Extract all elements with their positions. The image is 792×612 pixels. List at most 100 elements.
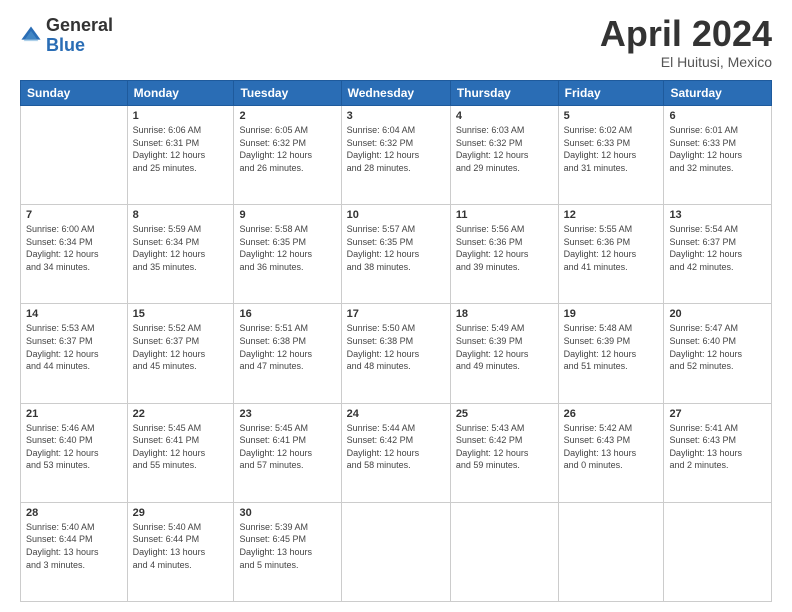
weekday-header-monday: Monday [127, 81, 234, 106]
day-number: 21 [26, 408, 122, 420]
day-info: Sunrise: 6:02 AM Sunset: 6:33 PM Dayligh… [564, 124, 659, 174]
day-number: 12 [564, 209, 659, 221]
day-number: 20 [669, 308, 766, 320]
calendar-cell: 2 Sunrise: 6:05 AM Sunset: 6:32 PM Daylig… [234, 106, 341, 205]
calendar-cell: 25 Sunrise: 5:43 AM Sunset: 6:42 PM Dayli… [450, 403, 558, 502]
day-number: 8 [133, 209, 229, 221]
calendar-cell: 21 Sunrise: 5:46 AM Sunset: 6:40 PM Dayli… [21, 403, 128, 502]
page: General Blue April 2024 El Huitusi, Mexi… [0, 0, 792, 612]
logo-general: General [46, 15, 113, 35]
weekday-header-saturday: Saturday [664, 81, 772, 106]
day-info: Sunrise: 5:54 AM Sunset: 6:37 PM Dayligh… [669, 223, 766, 273]
day-info: Sunrise: 5:57 AM Sunset: 6:35 PM Dayligh… [347, 223, 445, 273]
day-info: Sunrise: 6:00 AM Sunset: 6:34 PM Dayligh… [26, 223, 122, 273]
day-number: 24 [347, 408, 445, 420]
day-info: Sunrise: 5:55 AM Sunset: 6:36 PM Dayligh… [564, 223, 659, 273]
day-info: Sunrise: 5:47 AM Sunset: 6:40 PM Dayligh… [669, 322, 766, 372]
day-info: Sunrise: 5:53 AM Sunset: 6:37 PM Dayligh… [26, 322, 122, 372]
day-number: 10 [347, 209, 445, 221]
calendar-cell: 6Sunrise: 6:01 AM Sunset: 6:33 PM Daylig… [664, 106, 772, 205]
calendar-cell: 30Sunrise: 5:39 AM Sunset: 6:45 PM Dayli… [234, 502, 341, 601]
week-row-3: 14 Sunrise: 5:53 AM Sunset: 6:37 PM Dayli… [21, 304, 772, 403]
day-info: Sunrise: 6:04 AM Sunset: 6:32 PM Dayligh… [347, 124, 445, 174]
day-number: 14 [26, 308, 122, 320]
day-info: Sunrise: 5:40 AM Sunset: 6:44 PM Dayligh… [26, 521, 122, 571]
calendar-cell: 28 Sunrise: 5:40 AM Sunset: 6:44 PM Dayli… [21, 502, 128, 601]
day-info: Sunrise: 6:05 AM Sunset: 6:32 PM Dayligh… [239, 124, 335, 174]
calendar-cell: 18 Sunrise: 5:49 AM Sunset: 6:39 PM Dayli… [450, 304, 558, 403]
day-number: 9 [239, 209, 335, 221]
day-number: 4 [456, 110, 553, 122]
day-number: 2 [239, 110, 335, 122]
day-number: 23 [239, 408, 335, 420]
header: General Blue April 2024 El Huitusi, Mexi… [20, 16, 772, 70]
day-info: Sunrise: 5:40 AM Sunset: 6:44 PM Dayligh… [133, 521, 229, 571]
calendar-cell: 4 Sunrise: 6:03 AM Sunset: 6:32 PM Daylig… [450, 106, 558, 205]
day-number: 7 [26, 209, 122, 221]
calendar-cell [341, 502, 450, 601]
day-info: Sunrise: 5:50 AM Sunset: 6:38 PM Dayligh… [347, 322, 445, 372]
calendar-cell: 19 Sunrise: 5:48 AM Sunset: 6:39 PM Dayli… [558, 304, 664, 403]
calendar-cell: 20 Sunrise: 5:47 AM Sunset: 6:40 PM Dayli… [664, 304, 772, 403]
day-info: Sunrise: 5:44 AM Sunset: 6:42 PM Dayligh… [347, 422, 445, 472]
calendar-cell [450, 502, 558, 601]
calendar-cell [664, 502, 772, 601]
day-info: Sunrise: 6:03 AM Sunset: 6:32 PM Dayligh… [456, 124, 553, 174]
day-info: Sunrise: 5:41 AM Sunset: 6:43 PM Dayligh… [669, 422, 766, 472]
day-info: Sunrise: 5:59 AM Sunset: 6:34 PM Dayligh… [133, 223, 229, 273]
day-info: Sunrise: 6:01 AM Sunset: 6:33 PM Dayligh… [669, 124, 766, 174]
day-number: 28 [26, 507, 122, 519]
day-info: Sunrise: 5:46 AM Sunset: 6:40 PM Dayligh… [26, 422, 122, 472]
day-info: Sunrise: 5:45 AM Sunset: 6:41 PM Dayligh… [133, 422, 229, 472]
calendar-cell: 5 Sunrise: 6:02 AM Sunset: 6:33 PM Daylig… [558, 106, 664, 205]
week-row-5: 28 Sunrise: 5:40 AM Sunset: 6:44 PM Dayli… [21, 502, 772, 601]
day-number: 25 [456, 408, 553, 420]
day-info: Sunrise: 5:51 AM Sunset: 6:38 PM Dayligh… [239, 322, 335, 372]
calendar-cell: 11 Sunrise: 5:56 AM Sunset: 6:36 PM Dayli… [450, 205, 558, 304]
day-number: 3 [347, 110, 445, 122]
calendar-cell: 1 Sunrise: 6:06 AM Sunset: 6:31 PM Daylig… [127, 106, 234, 205]
weekday-header-tuesday: Tuesday [234, 81, 341, 106]
calendar-cell: 17 Sunrise: 5:50 AM Sunset: 6:38 PM Dayli… [341, 304, 450, 403]
day-info: Sunrise: 5:52 AM Sunset: 6:37 PM Dayligh… [133, 322, 229, 372]
week-row-1: 1 Sunrise: 6:06 AM Sunset: 6:31 PM Daylig… [21, 106, 772, 205]
weekday-header-thursday: Thursday [450, 81, 558, 106]
week-row-4: 21 Sunrise: 5:46 AM Sunset: 6:40 PM Dayli… [21, 403, 772, 502]
day-info: Sunrise: 6:06 AM Sunset: 6:31 PM Dayligh… [133, 124, 229, 174]
day-info: Sunrise: 5:42 AM Sunset: 6:43 PM Dayligh… [564, 422, 659, 472]
day-number: 17 [347, 308, 445, 320]
day-info: Sunrise: 5:56 AM Sunset: 6:36 PM Dayligh… [456, 223, 553, 273]
day-number: 22 [133, 408, 229, 420]
day-number: 27 [669, 408, 766, 420]
day-number: 19 [564, 308, 659, 320]
day-number: 1 [133, 110, 229, 122]
calendar-cell: 15 Sunrise: 5:52 AM Sunset: 6:37 PM Dayli… [127, 304, 234, 403]
calendar-cell: 9Sunrise: 5:58 AM Sunset: 6:35 PM Daylig… [234, 205, 341, 304]
month-title: April 2024 [600, 16, 772, 52]
day-number: 15 [133, 308, 229, 320]
calendar-cell: 23 Sunrise: 5:45 AM Sunset: 6:41 PM Dayli… [234, 403, 341, 502]
calendar-cell: 7 Sunrise: 6:00 AM Sunset: 6:34 PM Daylig… [21, 205, 128, 304]
calendar-cell [558, 502, 664, 601]
calendar-cell: 3 Sunrise: 6:04 AM Sunset: 6:32 PM Daylig… [341, 106, 450, 205]
calendar-cell: 26Sunrise: 5:42 AM Sunset: 6:43 PM Dayli… [558, 403, 664, 502]
day-number: 11 [456, 209, 553, 221]
day-number: 13 [669, 209, 766, 221]
day-info: Sunrise: 5:49 AM Sunset: 6:39 PM Dayligh… [456, 322, 553, 372]
calendar-cell: 24 Sunrise: 5:44 AM Sunset: 6:42 PM Dayli… [341, 403, 450, 502]
day-number: 16 [239, 308, 335, 320]
day-info: Sunrise: 5:48 AM Sunset: 6:39 PM Dayligh… [564, 322, 659, 372]
weekday-header-friday: Friday [558, 81, 664, 106]
day-number: 18 [456, 308, 553, 320]
weekday-header-sunday: Sunday [21, 81, 128, 106]
logo: General Blue [20, 16, 113, 56]
calendar-cell: 8 Sunrise: 5:59 AM Sunset: 6:34 PM Daylig… [127, 205, 234, 304]
calendar-cell: 27 Sunrise: 5:41 AM Sunset: 6:43 PM Dayli… [664, 403, 772, 502]
title-block: April 2024 El Huitusi, Mexico [600, 16, 772, 70]
calendar-cell: 10 Sunrise: 5:57 AM Sunset: 6:35 PM Dayli… [341, 205, 450, 304]
calendar-cell: 16 Sunrise: 5:51 AM Sunset: 6:38 PM Dayli… [234, 304, 341, 403]
day-info: Sunrise: 5:43 AM Sunset: 6:42 PM Dayligh… [456, 422, 553, 472]
day-info: Sunrise: 5:45 AM Sunset: 6:41 PM Dayligh… [239, 422, 335, 472]
day-number: 5 [564, 110, 659, 122]
weekday-header-row: SundayMondayTuesdayWednesdayThursdayFrid… [21, 81, 772, 106]
